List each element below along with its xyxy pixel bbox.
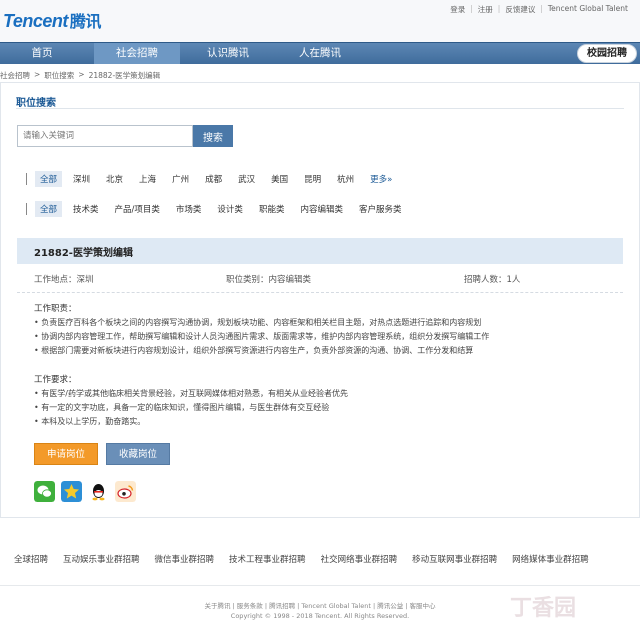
duty-item: • 根据部门需要对新板块进行内容规划设计，组织外部撰写资源进行内容生产，负责外部… [34,346,474,355]
footer-link[interactable]: 移动互联网事业群招聘 [412,553,497,565]
city-option[interactable]: 武汉 [233,171,260,187]
category-option-all[interactable]: 全部 [35,201,63,217]
search-button[interactable]: 搜索 [193,125,233,147]
category-option[interactable]: 技术类 [68,201,104,217]
nav-social-recruit[interactable]: 社会招聘 [94,43,180,64]
footer-link[interactable]: 技术工程事业群招聘 [229,553,306,565]
city-option[interactable]: 北京 [101,171,128,187]
city-option[interactable]: 上海 [134,171,161,187]
watermark: 丁香园 [510,596,577,621]
tencent-logo[interactable]: Tencent 腾讯 [3,8,101,32]
duty-text: 协调内部内容管理工作，帮助撰写编辑和设计人员沟通图片需求、版面需求等，维护内部内… [41,332,490,341]
divider [17,292,623,293]
city-filter: 全部 深圳 北京 上海 广州 成都 武汉 美国 昆明 杭州 更多» [26,171,403,187]
apply-button[interactable]: 申请岗位 [34,443,98,465]
filter-bar [26,173,27,185]
footer-link[interactable]: 全球招聘 [14,553,48,565]
breadcrumb: 社会招聘 > 职位搜索 > 21882-医学策划编辑 [0,70,161,81]
nav-about[interactable]: 认识腾讯 [186,43,270,64]
filter-bar [26,203,27,215]
duty-text: 根据部门需要对新板块进行内容规划设计，组织外部撰写资源进行内容生产，负责外部资源… [41,346,474,355]
duty-item: • 协调内部内容管理工作，帮助撰写编辑和设计人员沟通图片需求、版面需求等，维护内… [34,332,490,341]
city-option[interactable]: 美国 [266,171,293,187]
nav-people[interactable]: 人在腾讯 [278,43,362,64]
job-category: 职位类别：内容编辑类 [226,275,312,285]
feedback-link[interactable]: 反馈建议 [505,4,535,15]
category-option[interactable]: 内容编辑类 [295,201,348,217]
category-option[interactable]: 市场类 [171,201,207,217]
job-title: 21882-医学策划编辑 [34,248,133,259]
duties-title: 工作职责： [34,304,77,314]
category-option[interactable]: 职能类 [254,201,290,217]
qzone-icon[interactable] [61,481,82,502]
requirements-title: 工作要求： [34,375,77,385]
city-option[interactable]: 成都 [200,171,227,187]
divider [0,585,640,586]
category-option[interactable]: 产品/项目类 [110,201,165,217]
search-input[interactable] [17,125,193,147]
category-filter: 全部 技术类 产品/项目类 市场类 设计类 职能类 内容编辑类 客户服务类 [26,201,412,217]
global-talent-link[interactable]: Tencent Global Talent [548,4,628,15]
weibo-icon[interactable] [115,481,136,502]
requirement-item: • 有医学/药学或其他临床相关背景经验，对互联网媒体相对熟悉，有相关从业经验者优… [34,389,348,398]
register-link[interactable]: 注册 [478,4,493,15]
more-label: 更多 [370,175,388,185]
job-location: 工作地点：深圳 [34,275,94,285]
nav-home[interactable]: 首页 [0,43,84,64]
requirement-item: • 本科及以上学历，勤奋踏实。 [34,417,146,426]
city-option-all[interactable]: 全部 [35,171,63,187]
job-headcount: 招聘人数：1人 [464,275,521,285]
favorite-button[interactable]: 收藏岗位 [106,443,170,465]
duty-item: • 负责医疗百科各个板块之间的内容撰写沟通协调，规划板块功能、内容框架和相关栏目… [34,318,482,327]
login-link[interactable]: 登录 [450,4,465,15]
city-option[interactable]: 广州 [167,171,194,187]
chevron-down-icon: » [387,175,393,185]
logo-cn-text: 腾讯 [69,14,102,31]
qq-icon[interactable] [88,481,109,502]
footer-link[interactable]: 社交网络事业群招聘 [321,553,398,565]
campus-recruit-button[interactable]: 校园招聘 [577,44,637,63]
main-nav: 首页 社会招聘 认识腾讯 人在腾讯 [0,42,640,64]
city-option[interactable]: 昆明 [299,171,326,187]
requirement-text: 有一定的文字功底，具备一定的临床知识，懂得图片编辑，与医生群体有交互经验 [41,403,330,412]
footer-link[interactable]: 互动娱乐事业群招聘 [63,553,140,565]
requirement-item: • 有一定的文字功底，具备一定的临床知识，懂得图片编辑，与医生群体有交互经验 [34,403,330,412]
more-cities-button[interactable]: 更多» [365,171,397,187]
footer-link[interactable]: 微信事业群招聘 [155,553,215,565]
category-option[interactable]: 客户服务类 [354,201,407,217]
requirement-text: 本科及以上学历，勤奋踏实。 [41,417,146,426]
breadcrumb-current: 21882-医学策划编辑 [88,71,161,80]
footer-group-links: 全球招聘 互动娱乐事业群招聘 微信事业群招聘 技术工程事业群招聘 社交网络事业群… [14,553,589,565]
requirement-text: 有医学/药学或其他临床相关背景经验，对互联网媒体相对熟悉，有相关从业经验者优先 [41,389,348,398]
duty-text: 负责医疗百科各个板块之间的内容撰写沟通协调，规划板块功能、内容框架和相关栏目主题… [41,318,482,327]
section-title: 职位搜索 [16,98,56,109]
wechat-icon[interactable] [34,481,55,502]
breadcrumb-item[interactable]: 社会招聘 [0,70,30,81]
logo-text: Tencent [3,11,68,31]
city-option[interactable]: 深圳 [68,171,95,187]
category-option[interactable]: 设计类 [212,201,248,217]
city-option[interactable]: 杭州 [332,171,359,187]
footer-link[interactable]: 网络媒体事业群招聘 [512,553,589,565]
top-links: 登录 | 注册 | 反馈建议 | Tencent Global Talent [450,4,628,15]
divider [16,108,624,109]
breadcrumb-item[interactable]: 职位搜索 [44,70,74,81]
